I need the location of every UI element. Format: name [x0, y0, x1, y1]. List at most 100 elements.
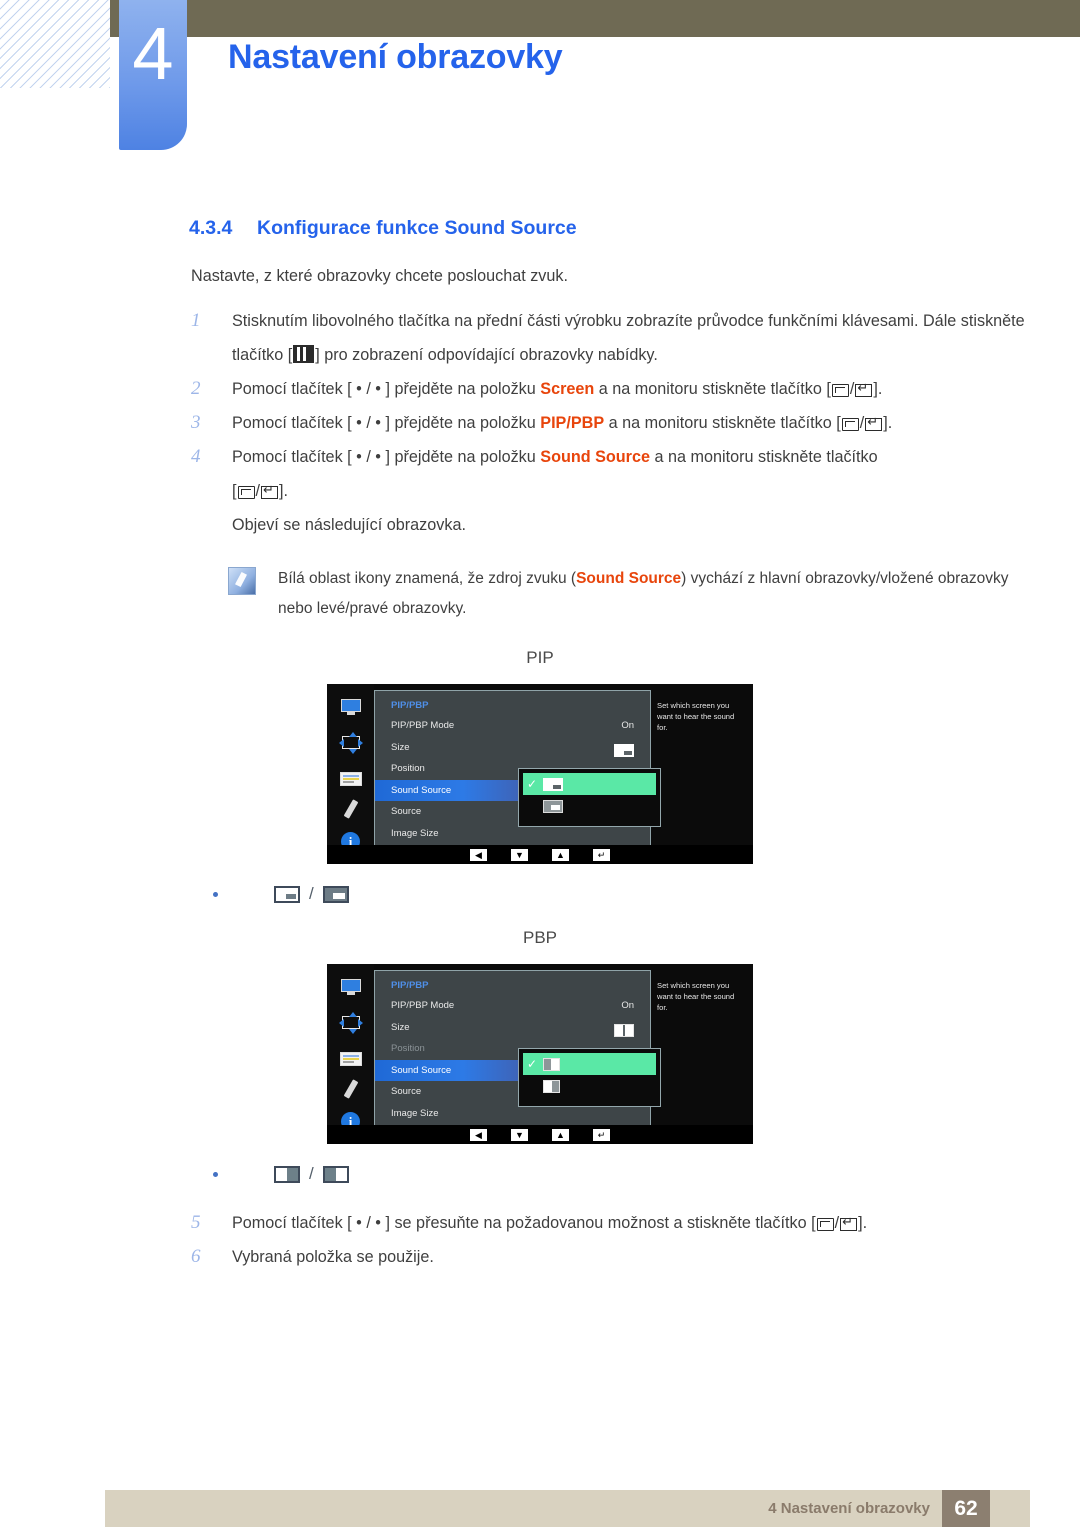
- pip-small-size-icon: [614, 744, 634, 758]
- sound-source-dropdown[interactable]: ✓: [518, 1048, 661, 1107]
- osd-row-label: Image Size: [391, 1107, 439, 1119]
- osd-screenshot-pip: PIP/PBP PIP/PBP Mode On Size Position So…: [327, 684, 753, 864]
- osd-button-bar: ◀ ▼ ▲ ↵: [327, 1125, 753, 1144]
- step-text: Pomocí tlačítek [ • / • ] přejděte na po…: [232, 380, 541, 398]
- enter-key-icon: [840, 1214, 858, 1231]
- osd-back-button[interactable]: ◀: [470, 1128, 487, 1141]
- separator: /: [309, 884, 314, 903]
- osd-row-label: Source: [391, 806, 422, 817]
- step-2: 2 Pomocí tlačítek [ • / • ] přejděte na …: [191, 372, 1032, 406]
- source-key-icon: [237, 486, 255, 499]
- step-text-cont: ] pro zobrazení odpovídající obrazovky n…: [315, 346, 658, 364]
- source-key-icon: [831, 384, 849, 397]
- osd-down-button[interactable]: ▼: [511, 848, 528, 861]
- osd-row-sound-source[interactable]: Sound Source: [375, 1059, 522, 1081]
- steps-list: 1 Stisknutím libovolného tlačítka na pře…: [0, 304, 1080, 542]
- step-marker: 2: [191, 378, 201, 399]
- page-footer: 4 Nastavení obrazovky 62: [105, 1490, 1030, 1527]
- separator: /: [309, 1164, 314, 1183]
- header-bar: [110, 0, 1080, 37]
- osd-row-pip-pbp-mode[interactable]: PIP/PBP Mode On: [375, 715, 650, 737]
- dropdown-option-right-screen[interactable]: [523, 1075, 656, 1097]
- osd-row-label: Size: [391, 741, 410, 753]
- step-marker: 3: [191, 412, 201, 433]
- pbp-right-screen-icon: [274, 1165, 300, 1183]
- osd-button-bar: ◀ ▼ ▲ ↵: [327, 845, 753, 864]
- osd-screenshot-pbp: PIP/PBP PIP/PBP Mode On Size Position So…: [327, 964, 753, 1144]
- osd-row-label: Position: [391, 763, 425, 774]
- osd-back-button[interactable]: ◀: [470, 848, 487, 861]
- osd-down-button[interactable]: ▼: [511, 1128, 528, 1141]
- check-icon: ✓: [527, 1057, 538, 1071]
- pip-bullet-row: /: [213, 884, 1080, 904]
- figure-caption-pbp: PBP: [522, 928, 558, 947]
- pbp-left-screen-icon: [322, 1165, 349, 1183]
- step-marker: 5: [191, 1212, 201, 1233]
- osd-up-button[interactable]: ▲: [552, 848, 569, 861]
- osd-row-size[interactable]: Size: [375, 1017, 650, 1039]
- pip-main-screen-icon: [274, 885, 300, 903]
- osd-row-value: On: [621, 720, 634, 731]
- step-marker: 4: [191, 446, 201, 467]
- pip-position-icon: [338, 732, 363, 755]
- bullet-dot: [213, 1171, 218, 1177]
- figure-pip: PIP PIP/PBP PIP/PBP Mode On Size: [0, 648, 1080, 904]
- dropdown-option-sub-screen[interactable]: [523, 795, 656, 817]
- osd-row-sound-source[interactable]: Sound Source: [375, 779, 522, 801]
- osd-menu-title: PIP/PBP: [391, 980, 429, 991]
- osd-row-label: Size: [391, 1021, 410, 1033]
- enter-key-icon: [261, 482, 278, 499]
- step-3: 3 Pomocí tlačítek [ • / • ] přejděte na …: [191, 406, 1032, 440]
- enter-key-icon: [865, 414, 883, 431]
- step-text-cont: a na monitoru stiskněte tlačítko [: [604, 414, 841, 432]
- step-1: 1 Stisknutím libovolného tlačítka na pře…: [191, 304, 1032, 372]
- step-marker: 1: [191, 310, 201, 331]
- source-key-icon: [841, 418, 859, 431]
- dropdown-option-left-screen[interactable]: ✓: [523, 1053, 656, 1075]
- pip-sub-screen-icon: [543, 799, 563, 813]
- pip-position-icon: [338, 1012, 363, 1035]
- gear-icon: [341, 800, 360, 819]
- osd-up-button[interactable]: ▲: [552, 1128, 569, 1141]
- figure-caption-pip: PIP: [526, 648, 554, 667]
- chapter-number: 4: [132, 12, 174, 95]
- step-marker: 6: [191, 1246, 201, 1267]
- osd-help-text: Set which screen you want to hear the so…: [657, 701, 735, 732]
- osd-menu-title: PIP/PBP: [391, 700, 429, 711]
- osd-color-icon: [339, 1051, 362, 1066]
- step-text-end: ].: [873, 380, 883, 398]
- step-text: Pomocí tlačítek [ • / • ] se přesuňte na…: [232, 1214, 816, 1232]
- osd-menu-panel: PIP/PBP PIP/PBP Mode On Size Position So…: [374, 690, 661, 860]
- osd-row-label: PIP/PBP Mode: [391, 1000, 455, 1011]
- footer-chapter-label: 4 Nastavení obrazovky: [768, 1500, 930, 1517]
- pbp-split-size-icon: [614, 1024, 634, 1038]
- osd-row-label: Sound Source: [391, 784, 452, 796]
- section-heading: 4.3.4 Konfigurace funkce Sound Source: [189, 217, 1080, 240]
- dropdown-option-main-screen[interactable]: ✓: [523, 773, 656, 795]
- section-number: 4.3.4: [189, 217, 233, 239]
- figure-pbp: PBP PIP/PBP PIP/PBP Mode On Size: [0, 928, 1080, 1184]
- osd-row-pip-pbp-mode[interactable]: PIP/PBP Mode On: [375, 995, 650, 1017]
- pip-sub-screen-icon: [322, 885, 349, 903]
- osd-enter-button[interactable]: ↵: [593, 1128, 610, 1141]
- step-4-result-line: Objeví se následující obrazovka.: [232, 516, 466, 534]
- menu-key-icon: [293, 345, 315, 363]
- steps-list-tail: 5 Pomocí tlačítek [ • / • ] se přesuňte …: [0, 1206, 1080, 1274]
- osd-icon-rail: [327, 684, 374, 864]
- section-lead-text: Nastavte, z které obrazovky chcete poslo…: [191, 267, 568, 285]
- check-icon: ✓: [527, 777, 538, 791]
- pbp-left-screen-icon: [543, 1057, 560, 1071]
- pbp-bullet-row: /: [213, 1164, 1080, 1184]
- step-4-key-line: [/].: [232, 474, 1032, 508]
- sound-source-dropdown[interactable]: ✓: [518, 768, 661, 827]
- monitor-icon: [339, 977, 363, 999]
- osd-row-size[interactable]: Size: [375, 737, 650, 759]
- page-number: 62: [942, 1490, 990, 1527]
- source-key-icon: [816, 1218, 834, 1231]
- step-text-end: ].: [883, 414, 893, 432]
- osd-color-icon: [339, 771, 362, 786]
- step-text: Pomocí tlačítek [ • / • ] přejděte na po…: [232, 448, 541, 466]
- osd-enter-button[interactable]: ↵: [593, 848, 610, 861]
- note-block: Bílá oblast ikony znamená, že zdroj zvuk…: [228, 564, 1038, 624]
- note-highlight: Sound Source: [576, 570, 682, 587]
